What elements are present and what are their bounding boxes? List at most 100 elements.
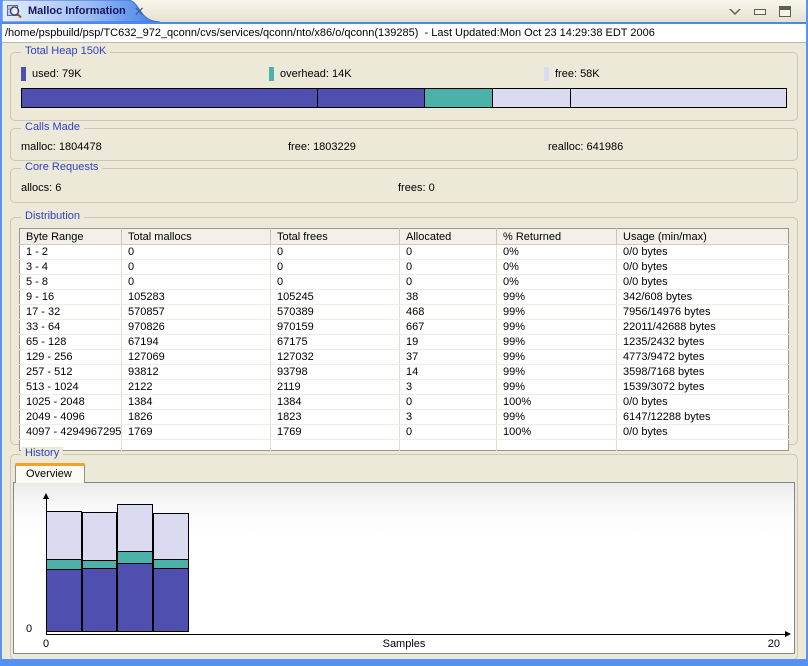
table-row[interactable]: 257 - 51293812937981499%3598/7168 bytes	[20, 365, 789, 380]
table-cell: 6147/12288 bytes	[617, 410, 789, 425]
column-header-byte-range[interactable]: Byte Range	[20, 229, 122, 245]
frees-count: frees: 0	[398, 182, 797, 194]
malloc-information-view: Malloc Information ✕ /home/pspbuild/psp/…	[0, 0, 808, 666]
table-row[interactable]: 4097 - 4294967295176917690100%0/0 bytes	[20, 425, 789, 440]
table-cell: 99%	[497, 380, 617, 395]
table-cell: 99%	[497, 335, 617, 350]
distribution-table-header: Byte Range Total mallocs Total frees All…	[20, 229, 789, 245]
table-filler-cell	[271, 440, 400, 451]
table-cell: 9 - 16	[20, 290, 122, 305]
legend-label-free: free: 58K	[555, 68, 600, 80]
table-cell: 0/0 bytes	[617, 275, 789, 290]
free-color-chip	[544, 67, 549, 81]
table-cell: 0	[400, 425, 497, 440]
column-header-percent-returned[interactable]: % Returned	[497, 229, 617, 245]
column-header-total-frees[interactable]: Total frees	[271, 229, 400, 245]
table-row[interactable]: 1025 - 2048138413840100%0/0 bytes	[20, 395, 789, 410]
table-cell: 0	[400, 245, 497, 260]
heap-bar	[21, 88, 787, 108]
table-cell: 105283	[122, 290, 271, 305]
table-cell: 99%	[497, 290, 617, 305]
table-row[interactable]: 3 - 40000%0/0 bytes	[20, 260, 789, 275]
view-toolbar	[729, 0, 806, 22]
history-bar-segment-free	[82, 512, 117, 561]
table-cell: 570857	[122, 305, 271, 320]
history-bar-segment-free	[153, 513, 189, 560]
heap-segment-used	[318, 89, 425, 107]
tab-malloc-information[interactable]: Malloc Information ✕	[2, 0, 160, 22]
table-row[interactable]: 2049 - 409618261823399%6147/12288 bytes	[20, 410, 789, 425]
table-cell: 0	[122, 260, 271, 275]
table-cell: 0%	[497, 245, 617, 260]
total-heap-title: Total Heap 150K	[21, 45, 110, 57]
table-cell: 22011/42688 bytes	[617, 320, 789, 335]
history-bar	[46, 512, 82, 632]
heap-segment-used	[22, 89, 318, 107]
tab-title: Malloc Information	[28, 5, 126, 17]
free-count: free: 1803229	[288, 141, 548, 153]
x-axis-tick-0: 0	[43, 638, 49, 650]
total-heap-group: Total Heap 150K used: 79K overhead: 14K …	[10, 52, 798, 121]
table-cell: 33 - 64	[20, 320, 122, 335]
history-bar	[117, 505, 153, 632]
realloc-count: realloc: 641986	[548, 141, 797, 153]
table-cell: 1539/3072 bytes	[617, 380, 789, 395]
x-axis	[46, 634, 786, 635]
table-cell: 14	[400, 365, 497, 380]
heap-legend: used: 79K overhead: 14K free: 58K	[11, 53, 797, 81]
malloc-information-icon	[6, 3, 22, 19]
table-row[interactable]: 17 - 3257085757038946899%7956/14976 byte…	[20, 305, 789, 320]
close-icon[interactable]: ✕	[132, 5, 147, 18]
y-axis-origin-label: 0	[26, 623, 32, 635]
table-cell: 3	[400, 410, 497, 425]
column-header-usage[interactable]: Usage (min/max)	[617, 229, 789, 245]
distribution-table-body: 1 - 20000%0/0 bytes3 - 40000%0/0 bytes5 …	[20, 245, 789, 451]
table-cell: 100%	[497, 425, 617, 440]
history-title: History	[21, 447, 63, 459]
legend-item-overhead: overhead: 14K	[269, 67, 544, 81]
history-bar-segment-free	[46, 511, 82, 560]
allocs-count: allocs: 6	[21, 182, 398, 194]
table-filler-cell	[497, 440, 617, 451]
overhead-color-chip	[269, 67, 274, 81]
table-row[interactable]: 5 - 80000%0/0 bytes	[20, 275, 789, 290]
table-cell: 99%	[497, 365, 617, 380]
table-cell: 342/608 bytes	[617, 290, 789, 305]
table-cell: 93798	[271, 365, 400, 380]
table-cell: 257 - 512	[20, 365, 122, 380]
table-row[interactable]: 513 - 102421222119399%1539/3072 bytes	[20, 380, 789, 395]
tab-overview[interactable]: Overview	[15, 463, 85, 483]
table-cell: 667	[400, 320, 497, 335]
table-row[interactable]: 9 - 161052831052453899%342/608 bytes	[20, 290, 789, 305]
history-bar	[82, 513, 117, 632]
history-group: History Overview 0 0 Samples 20	[10, 454, 798, 660]
table-cell: 3 - 4	[20, 260, 122, 275]
table-row[interactable]: 33 - 6497082697015966799%22011/42688 byt…	[20, 320, 789, 335]
legend-item-used: used: 79K	[21, 67, 269, 81]
column-header-total-mallocs[interactable]: Total mallocs	[122, 229, 271, 245]
distribution-group: Distribution Byte Range Total mallocs To…	[10, 217, 798, 445]
table-cell: 99%	[497, 350, 617, 365]
table-cell: 0%	[497, 275, 617, 290]
table-cell: 7956/14976 bytes	[617, 305, 789, 320]
heap-segment-free	[571, 89, 786, 107]
table-cell: 3	[400, 380, 497, 395]
view-menu-icon[interactable]	[729, 6, 742, 17]
maximize-icon[interactable]	[779, 6, 792, 17]
table-cell: 1384	[271, 395, 400, 410]
column-header-allocated[interactable]: Allocated	[400, 229, 497, 245]
table-cell: 2119	[271, 380, 400, 395]
table-cell: 0/0 bytes	[617, 425, 789, 440]
table-cell: 99%	[497, 410, 617, 425]
table-row[interactable]: 129 - 2561270691270323799%4773/9472 byte…	[20, 350, 789, 365]
table-row[interactable]: 1 - 20000%0/0 bytes	[20, 245, 789, 260]
target-path-status: /home/pspbuild/psp/TC632_972_qconn/cvs/s…	[2, 24, 806, 43]
table-cell: 4097 - 4294967295	[20, 425, 122, 440]
table-row[interactable]: 65 - 12867194671751999%1235/2432 bytes	[20, 335, 789, 350]
table-cell: 99%	[497, 320, 617, 335]
table-cell: 100%	[497, 395, 617, 410]
heap-segment-free	[493, 89, 571, 107]
minimize-icon[interactable]	[754, 6, 767, 17]
table-cell: 0	[400, 395, 497, 410]
table-cell: 1769	[271, 425, 400, 440]
